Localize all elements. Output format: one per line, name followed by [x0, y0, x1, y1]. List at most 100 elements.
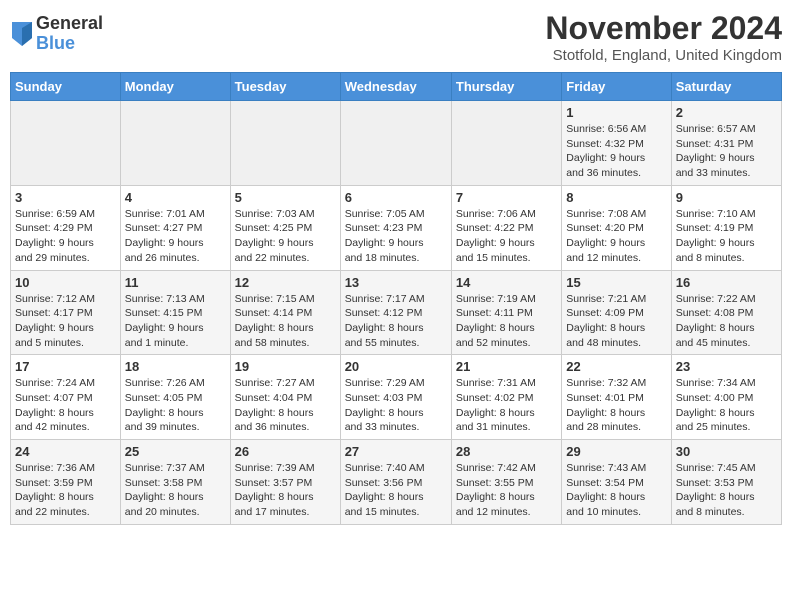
day-info: Sunrise: 7:06 AM Sunset: 4:22 PM Dayligh… [456, 207, 557, 266]
header: General Blue November 2024 Stotfold, Eng… [10, 10, 782, 64]
day-cell: 7Sunrise: 7:06 AM Sunset: 4:22 PM Daylig… [451, 185, 561, 270]
day-number: 12 [235, 275, 336, 290]
day-cell: 28 Sunrise: 7:42 AM Sunset: 3:55 PM Dayli… [451, 440, 561, 525]
day-number: 10 [15, 275, 116, 290]
day-number: 21 [456, 359, 557, 374]
day-cell: 3 Sunrise: 6:59 AM Sunset: 4:29 PM Daylig… [11, 185, 121, 270]
day-info: Sunrise: 7:10 AM Sunset: 4:19 PM Dayligh… [676, 207, 777, 266]
col-header-tuesday: Tuesday [230, 73, 340, 101]
day-cell [230, 101, 340, 186]
day-cell: 10 Sunrise: 7:12 AM Sunset: 4:17 PM Dayli… [11, 270, 121, 355]
day-info: Sunrise: 7:12 AM Sunset: 4:17 PM Dayligh… [15, 292, 116, 351]
day-info: Sunrise: 7:22 AM Sunset: 4:08 PM Dayligh… [676, 292, 777, 351]
day-number: 23 [676, 359, 777, 374]
day-info: Sunrise: 7:29 AM Sunset: 4:03 PM Dayligh… [345, 376, 447, 435]
day-cell: 18 Sunrise: 7:26 AM Sunset: 4:05 PM Dayli… [120, 355, 230, 440]
week-row-3: 17 Sunrise: 7:24 AM Sunset: 4:07 PM Dayli… [11, 355, 782, 440]
day-cell [451, 101, 561, 186]
week-row-4: 24 Sunrise: 7:36 AM Sunset: 3:59 PM Dayli… [11, 440, 782, 525]
day-info: Sunrise: 7:31 AM Sunset: 4:02 PM Dayligh… [456, 376, 557, 435]
day-number: 20 [345, 359, 447, 374]
day-cell: 2 Sunrise: 6:57 AM Sunset: 4:31 PM Daylig… [671, 101, 781, 186]
day-cell: 27 Sunrise: 7:40 AM Sunset: 3:56 PM Dayli… [340, 440, 451, 525]
calendar: SundayMondayTuesdayWednesdayThursdayFrid… [10, 72, 782, 525]
day-cell: 15 Sunrise: 7:21 AM Sunset: 4:09 PM Dayli… [562, 270, 671, 355]
day-cell: 24 Sunrise: 7:36 AM Sunset: 3:59 PM Dayli… [11, 440, 121, 525]
day-cell: 25Sunrise: 7:37 AM Sunset: 3:58 PM Dayli… [120, 440, 230, 525]
day-cell: 11 Sunrise: 7:13 AM Sunset: 4:15 PM Dayli… [120, 270, 230, 355]
day-info: Sunrise: 7:39 AM Sunset: 3:57 PM Dayligh… [235, 461, 336, 520]
day-cell: 30 Sunrise: 7:45 AM Sunset: 3:53 PM Dayli… [671, 440, 781, 525]
day-cell: 29 Sunrise: 7:43 AM Sunset: 3:54 PM Dayli… [562, 440, 671, 525]
logo-icon [12, 22, 32, 46]
day-number: 25 [125, 444, 226, 459]
day-info: Sunrise: 7:42 AM Sunset: 3:55 PM Dayligh… [456, 461, 557, 520]
day-info: Sunrise: 7:21 AM Sunset: 4:09 PM Dayligh… [566, 292, 666, 351]
day-cell: 9Sunrise: 7:10 AM Sunset: 4:19 PM Daylig… [671, 185, 781, 270]
day-number: 29 [566, 444, 666, 459]
day-number: 13 [345, 275, 447, 290]
day-number: 11 [125, 275, 226, 290]
day-cell: 4 Sunrise: 7:01 AM Sunset: 4:27 PM Daylig… [120, 185, 230, 270]
day-info: Sunrise: 7:40 AM Sunset: 3:56 PM Dayligh… [345, 461, 447, 520]
day-info: Sunrise: 7:45 AM Sunset: 3:53 PM Dayligh… [676, 461, 777, 520]
day-cell: 12Sunrise: 7:15 AM Sunset: 4:14 PM Dayli… [230, 270, 340, 355]
day-number: 22 [566, 359, 666, 374]
day-cell [340, 101, 451, 186]
day-info: Sunrise: 6:59 AM Sunset: 4:29 PM Dayligh… [15, 207, 116, 266]
day-number: 4 [125, 190, 226, 205]
day-number: 8 [566, 190, 666, 205]
day-cell: 23 Sunrise: 7:34 AM Sunset: 4:00 PM Dayli… [671, 355, 781, 440]
day-number: 30 [676, 444, 777, 459]
day-cell: 14 Sunrise: 7:19 AM Sunset: 4:11 PM Dayli… [451, 270, 561, 355]
col-header-sunday: Sunday [11, 73, 121, 101]
day-info: Sunrise: 7:05 AM Sunset: 4:23 PM Dayligh… [345, 207, 447, 266]
day-number: 1 [566, 105, 666, 120]
day-info: Sunrise: 7:36 AM Sunset: 3:59 PM Dayligh… [15, 461, 116, 520]
month-title: November 2024 [545, 10, 782, 47]
day-cell [11, 101, 121, 186]
week-row-1: 3 Sunrise: 6:59 AM Sunset: 4:29 PM Daylig… [11, 185, 782, 270]
day-cell: 13 Sunrise: 7:17 AM Sunset: 4:12 PM Dayli… [340, 270, 451, 355]
day-cell: 20 Sunrise: 7:29 AM Sunset: 4:03 PM Dayli… [340, 355, 451, 440]
col-header-friday: Friday [562, 73, 671, 101]
day-cell: 22Sunrise: 7:32 AM Sunset: 4:01 PM Dayli… [562, 355, 671, 440]
day-cell: 26 Sunrise: 7:39 AM Sunset: 3:57 PM Dayli… [230, 440, 340, 525]
day-number: 19 [235, 359, 336, 374]
day-info: Sunrise: 7:13 AM Sunset: 4:15 PM Dayligh… [125, 292, 226, 351]
logo-general-text: General [36, 14, 103, 34]
day-number: 26 [235, 444, 336, 459]
day-number: 2 [676, 105, 777, 120]
week-row-2: 10 Sunrise: 7:12 AM Sunset: 4:17 PM Dayli… [11, 270, 782, 355]
day-info: Sunrise: 7:27 AM Sunset: 4:04 PM Dayligh… [235, 376, 336, 435]
day-info: Sunrise: 7:17 AM Sunset: 4:12 PM Dayligh… [345, 292, 447, 351]
day-number: 15 [566, 275, 666, 290]
day-info: Sunrise: 6:57 AM Sunset: 4:31 PM Dayligh… [676, 122, 777, 181]
day-info: Sunrise: 7:24 AM Sunset: 4:07 PM Dayligh… [15, 376, 116, 435]
day-info: Sunrise: 7:43 AM Sunset: 3:54 PM Dayligh… [566, 461, 666, 520]
day-info: Sunrise: 7:19 AM Sunset: 4:11 PM Dayligh… [456, 292, 557, 351]
day-number: 28 [456, 444, 557, 459]
col-header-saturday: Saturday [671, 73, 781, 101]
col-header-wednesday: Wednesday [340, 73, 451, 101]
day-number: 24 [15, 444, 116, 459]
col-header-monday: Monday [120, 73, 230, 101]
day-info: Sunrise: 7:26 AM Sunset: 4:05 PM Dayligh… [125, 376, 226, 435]
day-cell: 8Sunrise: 7:08 AM Sunset: 4:20 PM Daylig… [562, 185, 671, 270]
location: Stotfold, England, United Kingdom [545, 47, 782, 64]
day-number: 3 [15, 190, 116, 205]
day-cell: 19 Sunrise: 7:27 AM Sunset: 4:04 PM Dayli… [230, 355, 340, 440]
day-cell: 5Sunrise: 7:03 AM Sunset: 4:25 PM Daylig… [230, 185, 340, 270]
day-info: Sunrise: 7:34 AM Sunset: 4:00 PM Dayligh… [676, 376, 777, 435]
day-number: 18 [125, 359, 226, 374]
logo-blue-text: Blue [36, 34, 103, 54]
day-number: 5 [235, 190, 336, 205]
calendar-header-row: SundayMondayTuesdayWednesdayThursdayFrid… [11, 73, 782, 101]
day-number: 27 [345, 444, 447, 459]
day-info: Sunrise: 7:01 AM Sunset: 4:27 PM Dayligh… [125, 207, 226, 266]
day-number: 17 [15, 359, 116, 374]
day-number: 14 [456, 275, 557, 290]
day-number: 6 [345, 190, 447, 205]
col-header-thursday: Thursday [451, 73, 561, 101]
title-area: November 2024 Stotfold, England, United … [545, 10, 782, 64]
